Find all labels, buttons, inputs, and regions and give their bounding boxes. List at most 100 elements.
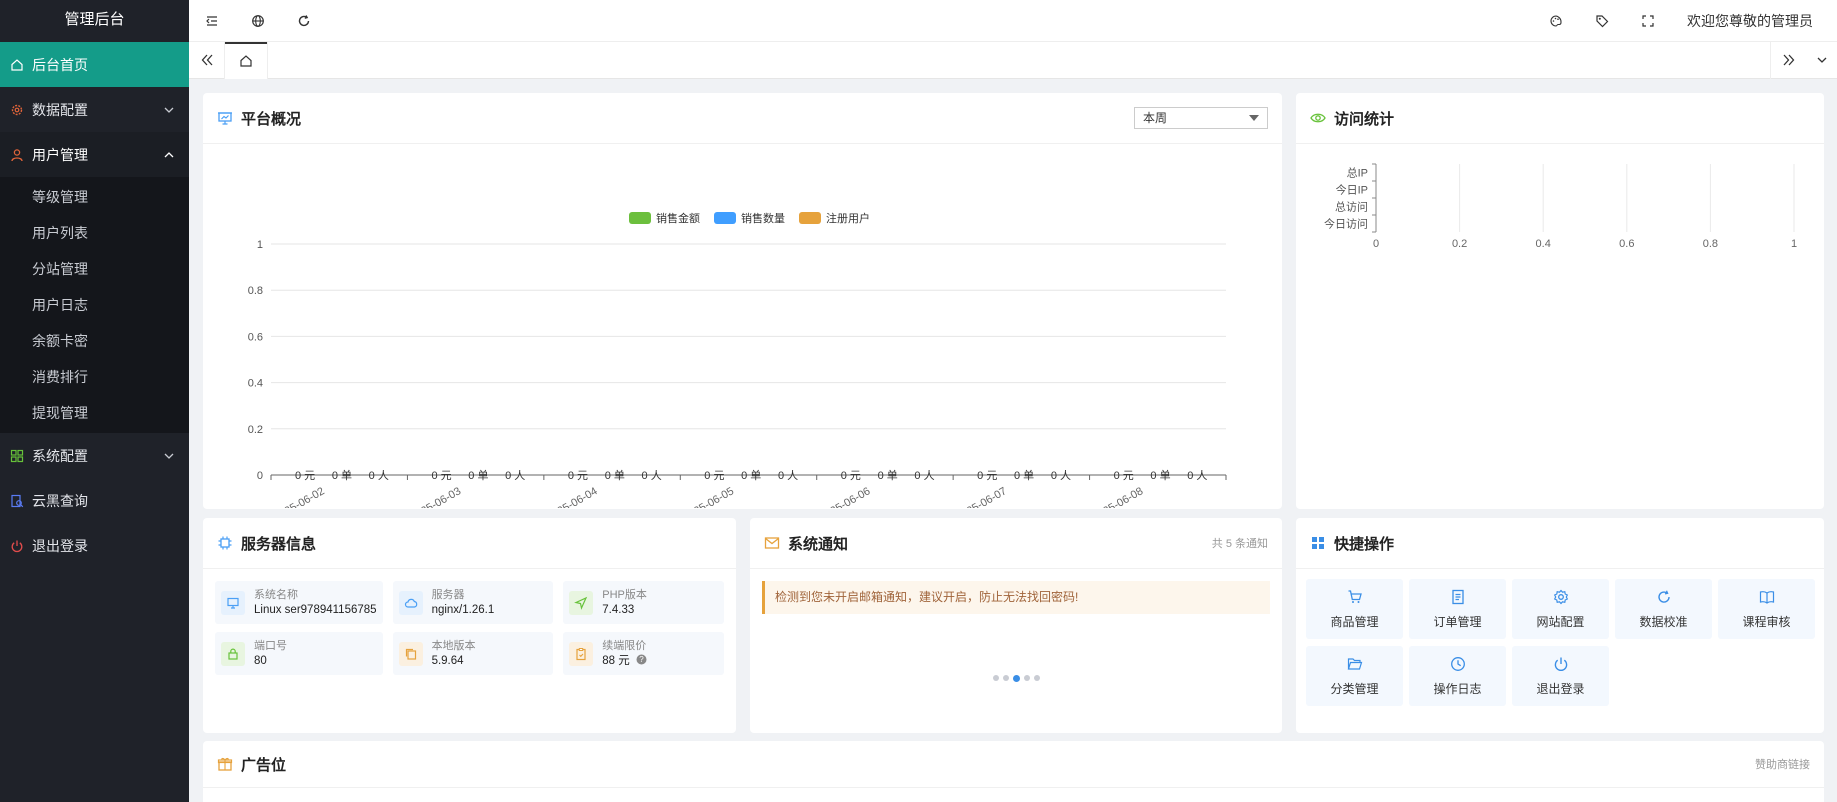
pagination-dot[interactable] [992, 675, 999, 681]
notice-title: 系统通知 [788, 535, 849, 553]
legend-label: 销售金额 [656, 211, 700, 225]
data-label: 0 元 [841, 470, 861, 482]
server-info-grid: 系统名称 Linux ser978941156785 服务器 nginx/1.26.… [203, 569, 736, 687]
sidebar-item-system-config[interactable]: 系统配置 [0, 433, 189, 478]
help-icon[interactable]: ? [636, 654, 647, 665]
theme-button[interactable] [1533, 0, 1579, 41]
sidebar-item-label: 云黑查询 [32, 492, 88, 509]
quick-goods-management[interactable]: 商品管理 [1306, 579, 1403, 639]
ads-card: 广告位 赞助商链接 [203, 741, 1824, 802]
data-label: 0 人 [642, 469, 662, 482]
data-label: 0 单 [605, 469, 625, 482]
info-label: 系统名称 [254, 588, 298, 601]
language-button[interactable] [235, 0, 281, 41]
user-submenu: 等级管理 用户列表 分站管理 用户日志 余额卡密 消费排行 提现管理 [0, 177, 189, 433]
overview-title: 平台概况 [241, 110, 302, 128]
sidebar-item-blacklist-query[interactable]: 云黑查询 [0, 478, 189, 523]
pagination-dot[interactable] [1033, 675, 1040, 681]
server-card-header: 服务器信息 [203, 518, 736, 569]
pagination-dot[interactable] [1023, 675, 1030, 681]
info-value-row: 88 元 ? [602, 653, 647, 669]
sidebar-subitem-level[interactable]: 等级管理 [0, 179, 189, 215]
quick-label: 订单管理 [1433, 615, 1482, 629]
user-icon [10, 148, 24, 162]
info-value: 80 [254, 654, 267, 667]
quick-card-header: 快捷操作 [1296, 518, 1824, 569]
info-label: PHP版本 [602, 588, 647, 601]
data-label: 0 人 [369, 469, 389, 482]
tabs-scroll-left-button[interactable] [189, 42, 225, 79]
refresh-button[interactable] [281, 0, 327, 41]
quick-site-config[interactable]: 网站配置 [1512, 579, 1609, 639]
quick-label: 分类管理 [1330, 682, 1379, 696]
data-label: 0 元 [568, 470, 588, 482]
gear-icon [10, 103, 24, 117]
data-label: 0 元 [431, 470, 451, 482]
info-value: 7.4.33 [602, 603, 635, 616]
data-label: 0 单 [332, 469, 352, 482]
sidebar-subitem-balance-card[interactable]: 余额卡密 [0, 323, 189, 359]
tabs-dropdown-button[interactable] [1807, 42, 1837, 79]
sidebar-subitem-user-list[interactable]: 用户列表 [0, 215, 189, 251]
tab-home[interactable] [225, 41, 267, 79]
quick-category-management[interactable]: 分类管理 [1306, 646, 1403, 706]
notice-message[interactable]: 检测到您未开启邮箱通知，建议开启，防止无法找回密码! [762, 581, 1270, 614]
quick-order-management[interactable]: 订单管理 [1409, 579, 1506, 639]
quick-data-calibration[interactable]: 数据校准 [1615, 579, 1712, 639]
eye-icon [1310, 110, 1326, 126]
chevron-up-icon [164, 151, 174, 157]
chevron-down-icon [164, 453, 174, 459]
period-select[interactable]: 本周 [1134, 107, 1268, 129]
sidebar-subitem-user-log[interactable]: 用户日志 [0, 287, 189, 323]
data-label: 0 元 [704, 470, 724, 482]
info-system-name: 系统名称 Linux ser978941156785 [215, 581, 383, 624]
sidebar-subitem-substation[interactable]: 分站管理 [0, 251, 189, 287]
brand-title: 管理后台 [64, 11, 125, 28]
gift-icon [217, 756, 233, 772]
sponsor-link[interactable]: 赞助商链接 [1755, 756, 1810, 772]
fullscreen-icon [1642, 14, 1654, 27]
overview-card: 平台概况 本周 销售金额 销售数量 注册用户 0 0.2 0.4 0.6 0.8 1 2025-0… [203, 93, 1282, 509]
settings-icon [1552, 588, 1570, 606]
data-label: 0 人 [505, 469, 525, 482]
refresh-icon [1655, 588, 1673, 606]
sidebar-item-label: 系统配置 [32, 447, 88, 464]
sidebar-item-logout[interactable]: 退出登录 [0, 523, 189, 568]
info-label: 本地版本 [431, 639, 476, 652]
home-icon [240, 55, 252, 67]
tag-button[interactable] [1579, 0, 1625, 41]
menu-fold-button[interactable] [189, 0, 235, 41]
sidebar-subitem-withdraw[interactable]: 提现管理 [0, 395, 189, 431]
cart-icon [1346, 588, 1364, 606]
pagination-dot[interactable] [1002, 675, 1009, 681]
data-label: 0 单 [1014, 469, 1034, 482]
y-tick-label: 总IP [1347, 166, 1368, 180]
x-tick-label: 2025-06-08 [1091, 485, 1146, 508]
sidebar-item-home[interactable]: 后台首页 [0, 42, 189, 87]
info-renew-price: 续端限价 88 元 ? [563, 632, 724, 675]
globe-icon [252, 14, 264, 27]
y-tick-label: 1 [257, 239, 263, 251]
presentation-chart-icon [217, 110, 233, 126]
data-label: 0 单 [878, 469, 898, 482]
data-label: 0 单 [1150, 469, 1170, 482]
quick-course-review[interactable]: 课程审核 [1718, 579, 1815, 639]
welcome-text[interactable]: 欢迎您尊敬的管理员 [1671, 11, 1837, 31]
info-value: 5.9.64 [431, 654, 464, 667]
sidebar-subitem-consume-rank[interactable]: 消费排行 [0, 359, 189, 395]
y-tick-label: 总访问 [1335, 200, 1368, 214]
info-port: 端口号 80 [215, 632, 383, 675]
tabs-scroll-right-button[interactable] [1771, 42, 1807, 79]
y-tick-label: 0 [257, 470, 263, 482]
info-value: Linux ser978941156785 [254, 603, 377, 616]
quick-operation-log[interactable]: 操作日志 [1409, 646, 1506, 706]
quick-label: 商品管理 [1330, 615, 1379, 629]
x-tick-label: 2025-06-02 [272, 485, 327, 508]
quick-logout[interactable]: 退出登录 [1512, 646, 1609, 706]
quick-label: 数据校准 [1639, 615, 1688, 629]
document-icon [1449, 588, 1467, 606]
pagination-dot-active[interactable] [1012, 675, 1020, 682]
fullscreen-button[interactable] [1625, 0, 1671, 41]
sidebar-item-data-config[interactable]: 数据配置 [0, 87, 189, 132]
sidebar-item-user-management[interactable]: 用户管理 [0, 132, 189, 177]
